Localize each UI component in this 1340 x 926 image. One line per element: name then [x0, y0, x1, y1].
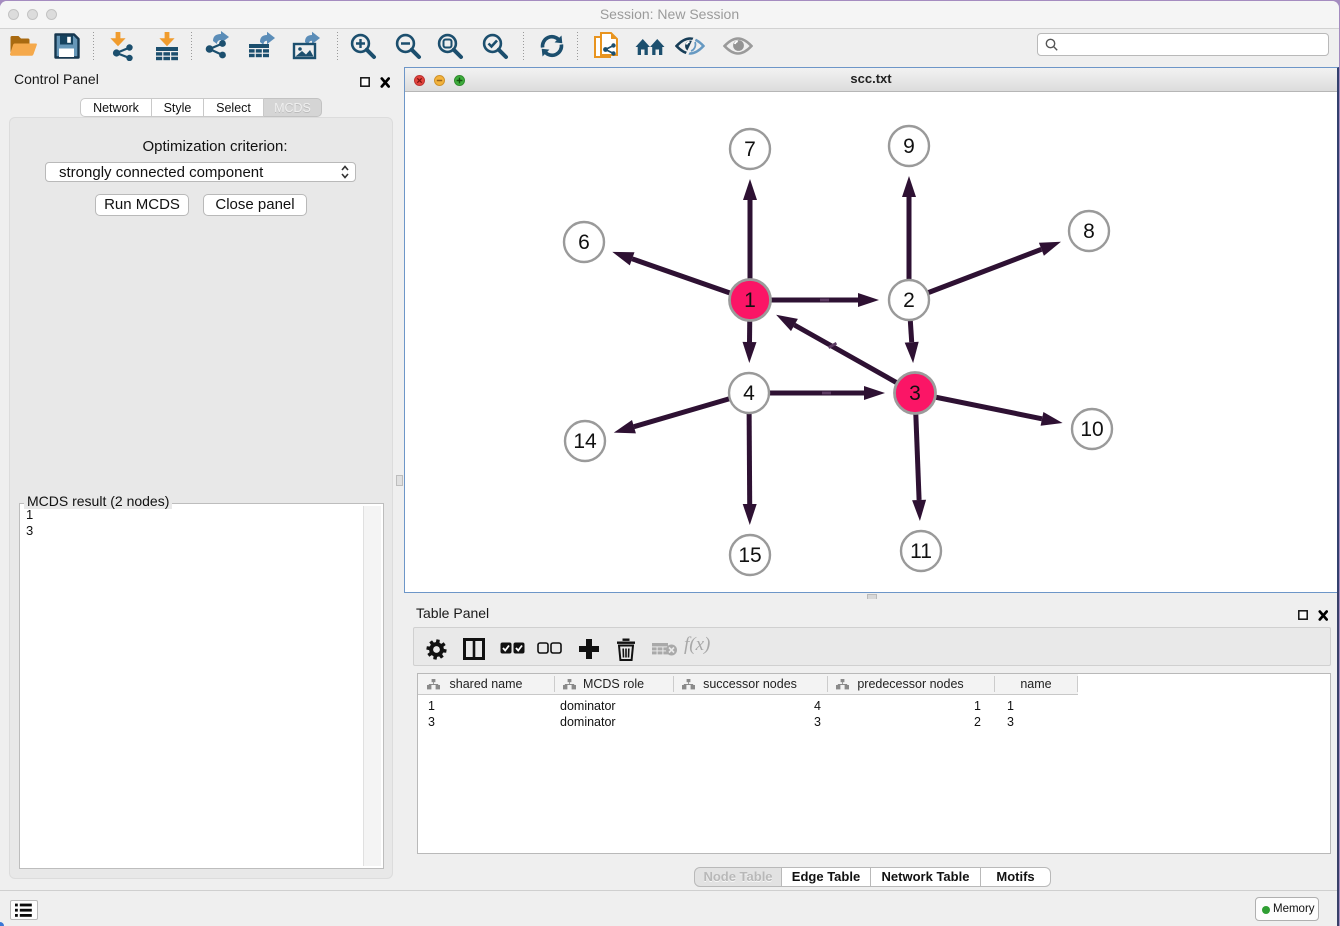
svg-text:7: 7	[744, 138, 756, 161]
svg-text:14: 14	[573, 430, 597, 453]
svg-text:3: 3	[909, 382, 921, 405]
svg-text:8: 8	[1083, 220, 1095, 243]
svg-text:11: 11	[910, 540, 932, 563]
svg-text:15: 15	[738, 544, 761, 567]
svg-text:4: 4	[743, 382, 755, 405]
svg-text:1: 1	[744, 289, 756, 312]
svg-text:6: 6	[578, 231, 590, 254]
svg-text:10: 10	[1080, 418, 1103, 441]
svg-text:2: 2	[903, 289, 915, 312]
svg-text:9: 9	[903, 135, 915, 158]
